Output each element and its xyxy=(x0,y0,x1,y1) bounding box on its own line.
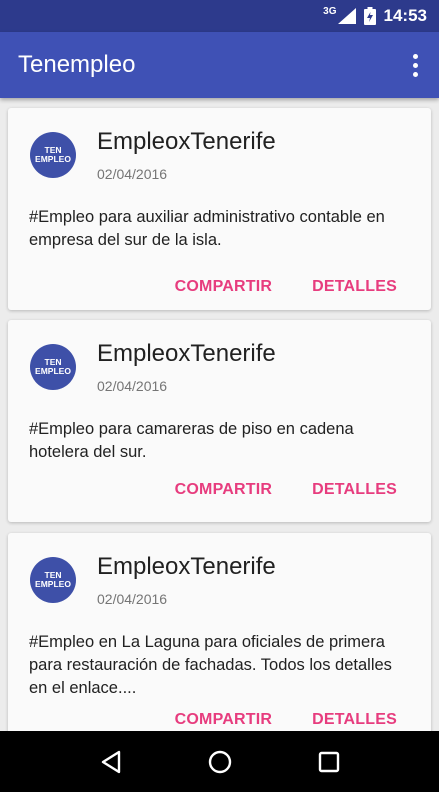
recents-icon[interactable] xyxy=(313,746,345,778)
avatar: TEN EMPLEO xyxy=(30,344,76,390)
share-button[interactable]: COMPARTIR xyxy=(175,711,273,729)
avatar: TEN EMPLEO xyxy=(30,132,76,178)
post-card: TEN EMPLEO EmpleoxTenerife 02/04/2016 #E… xyxy=(8,533,431,731)
post-text: #Empleo para camareras de piso en cadena… xyxy=(29,420,354,461)
card-actions: COMPARTIR DETALLES xyxy=(175,711,397,729)
app-title: Tenempleo xyxy=(18,51,136,78)
post-date: 02/04/2016 xyxy=(97,591,168,607)
details-button[interactable]: DETALLES xyxy=(312,278,397,296)
more-vert-icon[interactable] xyxy=(395,41,435,89)
signal-icon xyxy=(337,8,356,24)
battery-icon xyxy=(363,7,376,25)
card-actions: COMPARTIR DETALLES xyxy=(175,278,397,296)
avatar: TEN EMPLEO xyxy=(30,557,76,603)
app-bar: Tenempleo xyxy=(0,32,439,98)
details-button[interactable]: DETALLES xyxy=(312,481,397,499)
post-card: TEN EMPLEO EmpleoxTenerife 02/04/2016 #E… xyxy=(8,320,431,522)
network-type: 3G xyxy=(323,5,337,17)
details-button[interactable]: DETALLES xyxy=(312,711,397,729)
clock: 14:53 xyxy=(383,6,427,25)
navigation-bar xyxy=(0,731,439,792)
feed-list[interactable]: TEN EMPLEO EmpleoxTenerife 02/04/2016 #E… xyxy=(0,98,439,731)
back-icon[interactable] xyxy=(95,746,127,778)
share-button[interactable]: COMPARTIR xyxy=(175,481,273,499)
post-date: 02/04/2016 xyxy=(97,378,168,394)
post-author: EmpleoxTenerife xyxy=(97,128,276,155)
post-text: #Empleo en La Laguna para oficiales de p… xyxy=(29,633,392,697)
home-icon[interactable] xyxy=(204,746,236,778)
post-card: TEN EMPLEO EmpleoxTenerife 02/04/2016 #E… xyxy=(8,108,431,310)
card-actions: COMPARTIR DETALLES xyxy=(175,481,397,499)
post-text: #Empleo para auxiliar administrativo con… xyxy=(29,208,385,249)
share-button[interactable]: COMPARTIR xyxy=(175,278,273,296)
post-author: EmpleoxTenerife xyxy=(97,553,276,580)
status-bar: 3G 14:53 xyxy=(0,0,439,32)
post-date: 02/04/2016 xyxy=(97,166,168,182)
post-author: EmpleoxTenerife xyxy=(97,340,276,367)
